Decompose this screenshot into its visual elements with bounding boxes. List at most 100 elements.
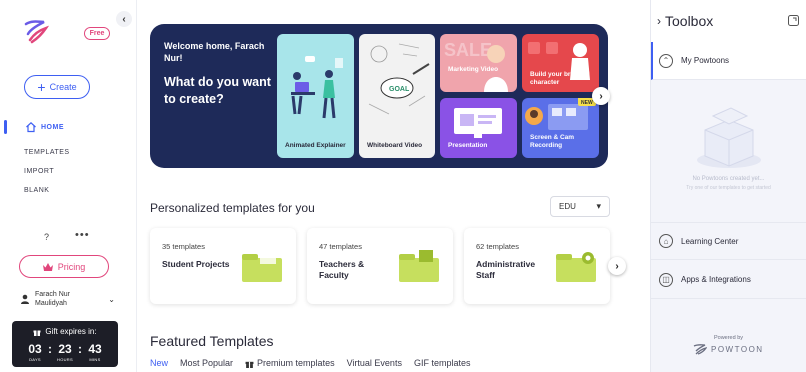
apps-icon: ◫ [659, 272, 673, 287]
powtoon-brand: POWTOON [693, 343, 764, 355]
welcome-text: Welcome home, Farach Nur! [164, 41, 265, 63]
days-label: DAYS [29, 357, 41, 362]
toolbox-header: › Toolbox [651, 0, 806, 42]
chevron-down-icon: ▾ [596, 201, 601, 211]
pricing-button[interactable]: Pricing [19, 255, 109, 278]
sidebar-item-templates[interactable]: TEMPLATES [24, 149, 70, 156]
audience-select[interactable]: EDU ▾ [550, 196, 610, 217]
tab-new[interactable]: New [150, 358, 168, 368]
my-powtoons-label: My Powtoons [681, 56, 730, 65]
card-label: Build your branded character [530, 71, 590, 86]
template-category-name: Administrative Staff [476, 259, 536, 280]
tab-virtual-events[interactable]: Virtual Events [347, 358, 402, 368]
presentation-illustration [454, 108, 502, 138]
folder-icon [399, 250, 439, 282]
countdown-days: 03 DAYS [26, 342, 44, 362]
powtoon-logo-icon[interactable] [22, 18, 50, 46]
folder-icon [556, 252, 596, 282]
template-category-name: Student Projects [162, 259, 230, 269]
card-label: Whiteboard Video [367, 142, 423, 149]
sidebar-item-home[interactable]: HOME [0, 118, 64, 136]
tab-premium-templates[interactable]: Premium templates [245, 358, 335, 368]
gift-title-text: Gift expires in: [45, 327, 97, 336]
days-value: 03 [28, 342, 42, 356]
create-button[interactable]: + Create [24, 75, 90, 99]
featured-templates-title: Featured Templates [150, 333, 274, 349]
apps-integrations-label: Apps & Integrations [681, 275, 751, 284]
card-label: Animated Explainer [285, 142, 346, 149]
powtoon-brand-text: POWTOON [711, 344, 764, 354]
template-category-name: Teachers & Faculty [319, 259, 365, 280]
templates-carousel-next-button[interactable]: › [608, 257, 626, 275]
countdown-timer: 03 DAYS : 23 HOURS : 43 MINS [12, 342, 118, 362]
chevron-left-icon: ‹ [122, 13, 126, 25]
create-card-branded-character[interactable]: Build your branded character [522, 34, 599, 92]
toolbox-learning-center[interactable]: ⌂ Learning Center [651, 222, 806, 260]
sidebar-item-blank[interactable]: BLANK [24, 187, 49, 194]
crown-icon [42, 262, 53, 271]
help-icon[interactable]: ? [44, 232, 49, 242]
sidebar-item-import[interactable]: IMPORT [24, 168, 54, 175]
create-card-marketing-video[interactable]: SALE Marketing Video [440, 34, 517, 92]
toolbox-apps-integrations[interactable]: ◫ Apps & Integrations [651, 261, 806, 299]
hours-label: HOURS [57, 357, 73, 362]
create-card-screen-cam-recording[interactable]: NEW Screen & Cam Recording [522, 98, 599, 158]
collapse-sidebar-button[interactable]: ‹ [116, 11, 132, 27]
create-button-label: Create [49, 82, 77, 92]
chevron-up-icon: ⌃ [659, 53, 673, 68]
create-card-whiteboard-video[interactable]: GOAL Whiteboard Video [359, 34, 435, 158]
tab-most-popular[interactable]: Most Popular [180, 358, 233, 368]
hero-question: What do you want to create? [164, 75, 271, 106]
whiteboard-illustration: GOAL [368, 43, 430, 115]
template-category-card[interactable]: 47 templates Teachers & Faculty [307, 228, 453, 304]
card-label: Presentation [448, 142, 488, 149]
template-category-card[interactable]: 62 templates Administrative Staff [464, 228, 610, 304]
toolbox-my-powtoons[interactable]: ⌃ My Powtoons [651, 42, 806, 80]
mins-value: 43 [88, 342, 102, 356]
toolbox-title[interactable]: › Toolbox [657, 13, 713, 29]
main-content: Welcome home, Farach Nur! What do you wa… [137, 0, 650, 372]
plus-icon: + [37, 79, 46, 95]
expand-icon[interactable] [788, 15, 799, 26]
user-last-name: Maulidyah [35, 300, 67, 307]
marketing-video-illustration: SALE [444, 40, 508, 92]
more-options-icon[interactable]: ••• [75, 229, 90, 241]
animated-explainer-illustration [291, 56, 343, 119]
svg-text:SALE: SALE [444, 40, 492, 60]
audience-select-value: EDU [559, 202, 576, 211]
user-menu[interactable]: Farach Nur Maulidyah ⌄ [20, 290, 115, 308]
powtoon-mark-icon [693, 344, 707, 355]
hero-banner: Welcome home, Farach Nur! What do you wa… [150, 24, 608, 168]
countdown-separator: : [48, 342, 52, 356]
graduation-cap-icon: ⌂ [659, 234, 673, 248]
template-count: 62 templates [476, 242, 519, 251]
featured-tabs: New Most Popular Premium templates Virtu… [150, 358, 470, 368]
empty-box-illustration [697, 107, 761, 168]
learning-center-label: Learning Center [681, 236, 739, 246]
tab-label: Premium templates [257, 358, 335, 368]
pricing-button-label: Pricing [57, 261, 86, 272]
tab-gif-templates[interactable]: GIF templates [414, 358, 471, 368]
template-count: 47 templates [319, 242, 362, 251]
chevron-right-icon: › [599, 90, 603, 102]
gift-countdown[interactable]: Gift expires in: 03 DAYS : 23 HOURS : 43 MI… [12, 321, 118, 367]
free-plan-badge: Free [84, 27, 110, 40]
card-label: Screen & Cam Recording [530, 134, 575, 149]
sidebar-item-label: HOME [41, 123, 64, 131]
hero-carousel-next-button[interactable]: › [592, 87, 610, 105]
new-badge: NEW [581, 100, 593, 106]
chevron-down-icon: ⌄ [108, 294, 115, 304]
create-card-presentation[interactable]: Presentation [440, 98, 517, 158]
gift-title: Gift expires in: [12, 327, 118, 336]
user-first-name: Farach Nur [35, 291, 71, 298]
create-card-animated-explainer[interactable]: Animated Explainer [277, 34, 354, 158]
gift-icon [33, 330, 41, 336]
chevron-right-icon: › [615, 260, 619, 272]
toolbox-title-text: Toolbox [665, 13, 714, 29]
user-avatar-icon [21, 294, 29, 304]
template-category-card[interactable]: 35 templates Student Projects [150, 228, 296, 304]
active-indicator [4, 120, 7, 134]
card-label: Marketing Video [448, 66, 499, 73]
sidebar: Free ‹ + Create HOME TEMPLATES IMPORT BL… [0, 0, 137, 372]
app-root: Free ‹ + Create HOME TEMPLATES IMPORT BL… [0, 0, 806, 372]
